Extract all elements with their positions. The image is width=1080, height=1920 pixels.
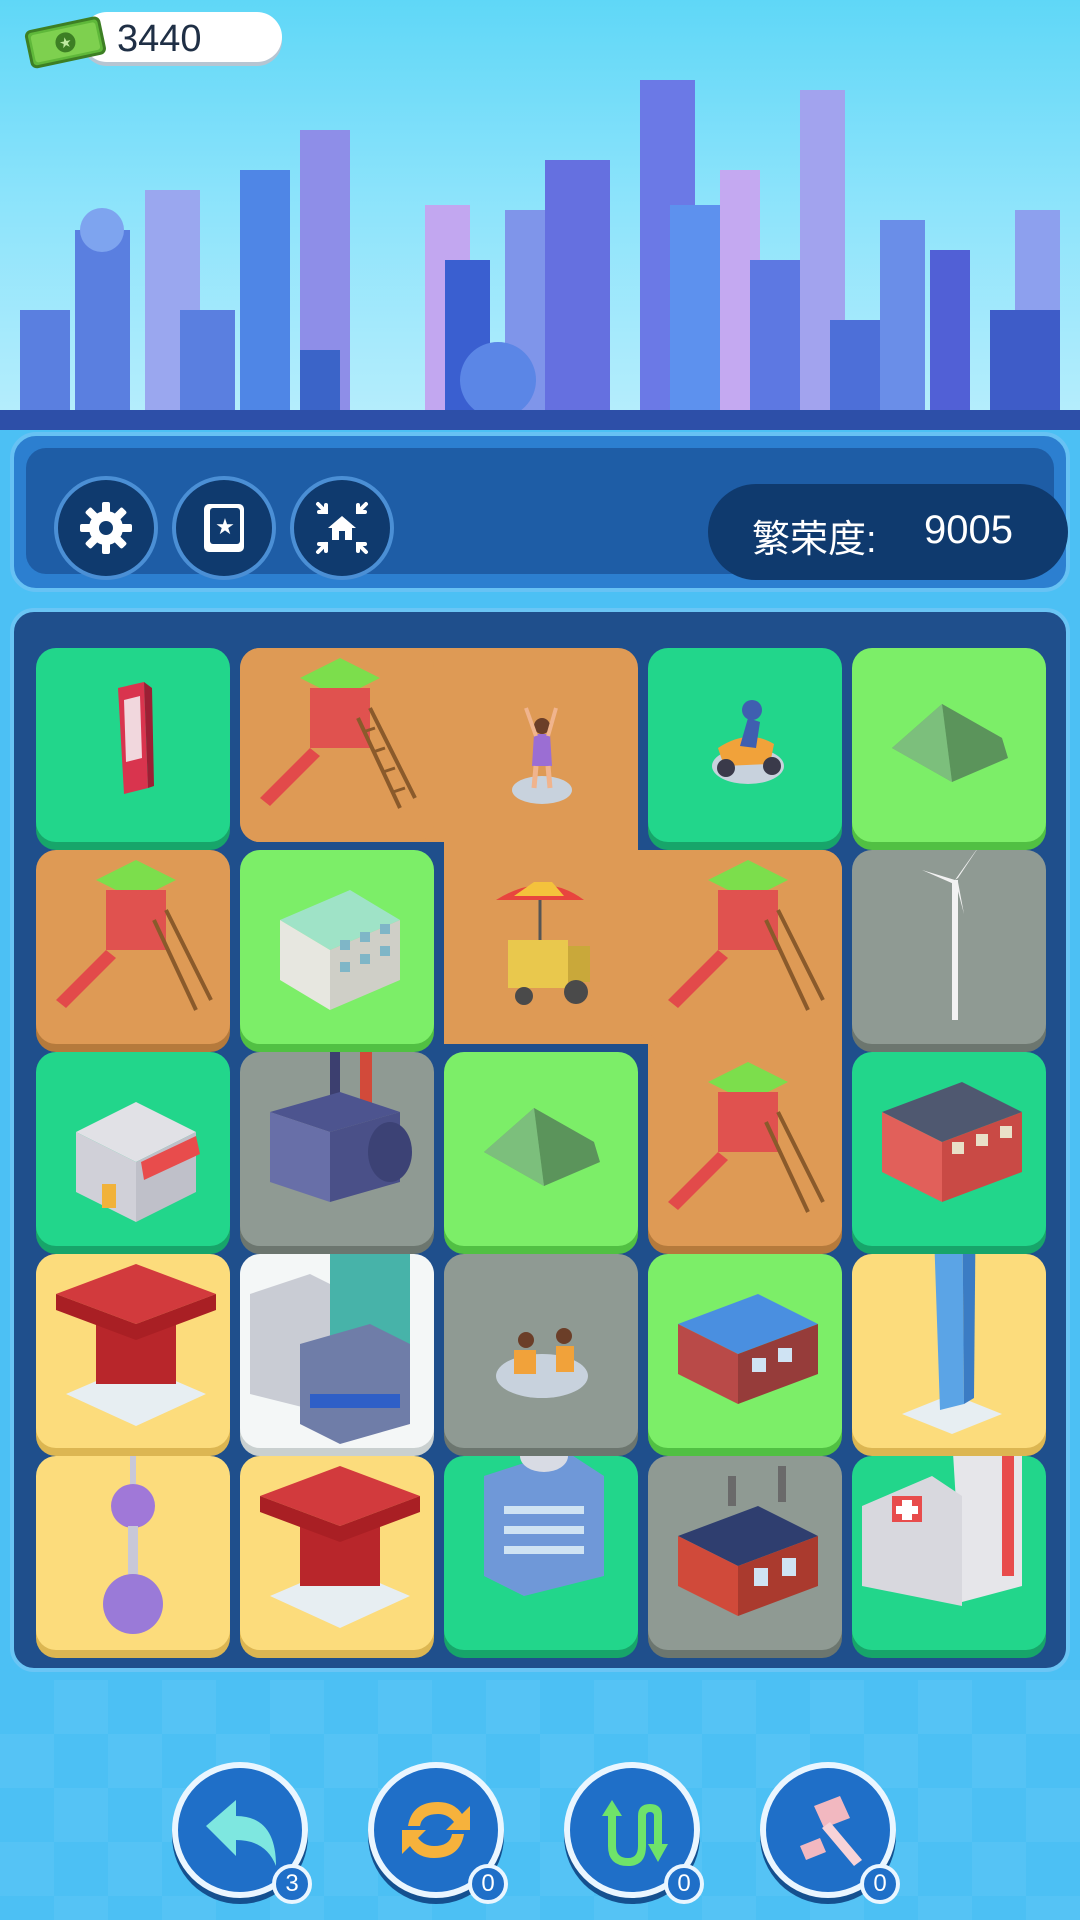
china-pavilion-icon [260, 1466, 420, 1628]
tile-hospital[interactable] [852, 1456, 1046, 1650]
skyscraper-icon [902, 1254, 1002, 1434]
currency-counter: 3440 ★ [22, 10, 284, 69]
game-board [10, 608, 1070, 1672]
tile-wind-turbine[interactable] [852, 850, 1046, 1044]
tile-playground-slide[interactable] [648, 850, 842, 1044]
red-factory-icon [678, 1466, 818, 1616]
tile-china-pavilion[interactable] [36, 1254, 230, 1448]
svg-text:★: ★ [215, 515, 235, 540]
undo-count-badge: 3 [272, 1864, 312, 1904]
phone-booth-icon [118, 682, 154, 794]
collection-book-button[interactable]: ★ [172, 476, 276, 580]
star-book-icon: ★ [204, 504, 244, 552]
shop-icon [76, 1102, 200, 1222]
refresh-count-badge: 0 [468, 1864, 508, 1904]
food-cart-icon [496, 882, 590, 1005]
tile-tv-tower[interactable] [36, 1456, 230, 1650]
bottom-area-background [0, 1680, 1080, 1920]
hammer-icon [800, 1796, 862, 1866]
prosperity-display: 繁荣度: 9005 [708, 484, 1068, 580]
tv-tower-icon [103, 1456, 163, 1634]
tile-school-building[interactable] [240, 850, 434, 1044]
hammer-count-badge: 0 [860, 1864, 900, 1904]
toolbar-panel: ★ 繁荣度: 9005 [26, 448, 1068, 580]
undo-button[interactable]: 3 [172, 1762, 312, 1904]
dancer-icon [512, 707, 572, 804]
playground-slide-icon [260, 658, 417, 809]
tent-icon [484, 1108, 600, 1186]
factory-icon [270, 1052, 412, 1202]
scooter-rider-icon [712, 700, 784, 784]
city-skyline-background [0, 0, 1080, 430]
tile-tent[interactable] [444, 1052, 638, 1246]
tile-red-factory[interactable] [648, 1456, 842, 1650]
tile-food-cart[interactable] [444, 850, 638, 1044]
prosperity-value: 9005 [924, 508, 1013, 552]
currency-amount: 3440 [117, 18, 202, 60]
apartment-icon [882, 1082, 1022, 1202]
tile-people-meeting[interactable] [444, 1254, 638, 1448]
tile-phone-booth[interactable] [36, 648, 230, 842]
warehouse-icon [678, 1294, 818, 1404]
playground-slide-icon [56, 860, 213, 1011]
tile-china-pavilion[interactable] [240, 1456, 434, 1650]
top-toolbar: ★ 繁荣度: 9005 [10, 432, 1070, 592]
gather-houses-button[interactable] [290, 476, 394, 580]
swap-button[interactable]: 0 [564, 1762, 704, 1904]
playground-slide-icon [668, 1062, 825, 1213]
settings-button[interactable] [54, 476, 158, 580]
refresh-icon [402, 1802, 470, 1858]
tent-icon [892, 704, 1008, 782]
playground-slide-icon [668, 860, 825, 1011]
tile-shop[interactable] [36, 1052, 230, 1246]
office-complex-icon [250, 1254, 410, 1444]
broadcast-center-icon [484, 1456, 604, 1596]
tile-skyscraper[interactable] [852, 1254, 1046, 1448]
prosperity-label: 繁荣度: [752, 519, 877, 561]
cash-icon: ★ [24, 16, 106, 69]
people-meeting-icon [496, 1328, 588, 1398]
tile-playground-slide[interactable] [240, 648, 434, 842]
tile-scooter-rider[interactable] [648, 648, 842, 842]
refresh-button[interactable]: 0 [368, 1762, 508, 1904]
swap-count-badge: 0 [664, 1864, 704, 1904]
tile-factory[interactable] [240, 1052, 434, 1246]
hospital-icon [862, 1456, 1022, 1606]
swap-arrows-icon [602, 1800, 668, 1866]
tile-office-complex[interactable] [240, 1254, 434, 1448]
gear-icon [80, 502, 132, 554]
tile-apartment[interactable] [852, 1052, 1046, 1246]
skyline-illustration [0, 80, 1080, 430]
tile-broadcast-center[interactable] [444, 1456, 638, 1650]
tile-playground-slide[interactable] [648, 1052, 842, 1246]
collapse-house-icon [316, 502, 368, 554]
tile-tent[interactable] [852, 648, 1046, 842]
hammer-button[interactable]: 0 [760, 1762, 900, 1904]
tile-dancer[interactable] [444, 648, 638, 842]
tile-playground-slide[interactable] [36, 850, 230, 1044]
school-building-icon [280, 890, 400, 1010]
tile-warehouse[interactable] [648, 1254, 842, 1448]
undo-arrow-icon [206, 1800, 276, 1866]
wind-turbine-icon [922, 850, 977, 1020]
china-pavilion-icon [56, 1264, 216, 1426]
